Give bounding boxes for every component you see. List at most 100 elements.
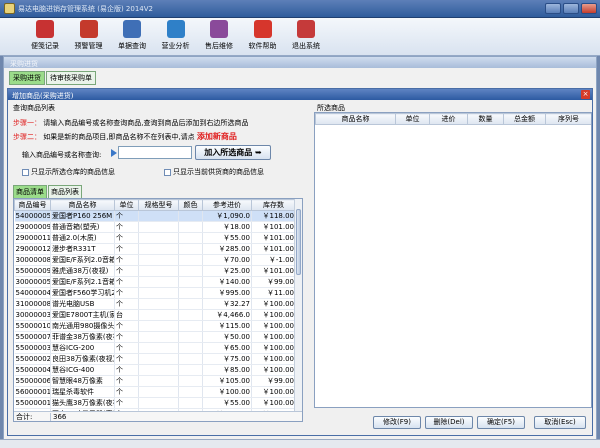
column-header[interactable]: 单位: [395, 113, 430, 125]
ok-button[interactable]: 确定(F5): [477, 416, 525, 429]
column-header[interactable]: 参考进价: [202, 199, 252, 211]
table-cell: ￥100.00: [251, 397, 296, 409]
toolbar-button-6[interactable]: 退出系统: [283, 20, 329, 51]
column-header[interactable]: 数量: [467, 113, 504, 125]
add-new-product-link[interactable]: 添加新商品: [197, 132, 237, 141]
app-logo-icon: [4, 3, 15, 14]
main-toolbar: 便笺记录 预警管理 单据查询 营业分析 售后维修 软件帮助 退出系统: [0, 18, 600, 56]
close-button[interactable]: [581, 3, 597, 14]
toolbar-label: 预警管理: [74, 42, 103, 50]
table-row[interactable]: 55000009 雅虎通38万(夜视) 个 ￥25.00 ￥101.00: [14, 265, 296, 277]
table-cell: 菲谱金38万像素(夜视): [50, 331, 115, 343]
table-row[interactable]: 55000001猫头鹰38万像素(夜视)个 ￥55.00￥100.00: [14, 397, 296, 409]
table-cell: 猫头鹰38万像素(夜视): [50, 397, 115, 409]
table-row[interactable]: 55000004 慧谷ICG-400 个 ￥85.00 ￥100.00: [14, 364, 296, 376]
product-grid-scrollbar[interactable]: [294, 199, 302, 411]
toolbar-button-2[interactable]: 单据查询: [109, 20, 155, 51]
table-row[interactable]: 55000003 慧谷ICG-200 个 ￥65.00 ￥100.00: [14, 342, 296, 354]
table-cell: 个: [114, 320, 139, 332]
table-row[interactable]: 56000001 瑞星杀毒软件个 ￥100.00 ￥100.00: [14, 386, 296, 398]
table-cell: 54000005: [14, 210, 51, 222]
maximize-button[interactable]: [563, 3, 579, 14]
column-header[interactable]: 规格型号: [138, 199, 179, 211]
table-cell: [138, 221, 179, 233]
scrollbar-thumb[interactable]: [296, 209, 301, 275]
table-cell: [138, 298, 179, 310]
tab-purchase[interactable]: 采购进货: [9, 71, 45, 85]
column-header[interactable]: 总金额: [503, 113, 546, 125]
tab-pending-orders[interactable]: 待审核采购单: [46, 71, 96, 85]
check-warehouse-label: 只显示所选仓库的商品信息: [31, 168, 115, 176]
check-warehouse-only[interactable]: 只显示所选仓库的商品信息: [22, 167, 115, 177]
toolbar-button-1[interactable]: 预警管理: [66, 20, 112, 51]
table-row[interactable]: 29000009 普通音箱(塑壳) 个 ￥18.00 ￥101.00: [14, 221, 296, 233]
table-cell: 个: [114, 298, 139, 310]
table-row[interactable]: 54000004爱国者F560学习机256M个 ￥995.00￥11.00: [14, 287, 296, 299]
table-cell: ￥101.00: [251, 232, 296, 244]
dialog-close-icon[interactable]: ×: [581, 90, 590, 99]
table-cell: ￥18.00: [202, 221, 252, 233]
table-row[interactable]: 55000007菲谱金38万像素(夜视)个 ￥50.00￥100.00: [14, 331, 296, 343]
table-cell: ￥1,090.0: [202, 210, 252, 222]
delete-button[interactable]: 删除(Del): [425, 416, 473, 429]
toolbar-button-3[interactable]: 营业分析: [153, 20, 199, 51]
toolbar-button-0[interactable]: 便笺记录: [22, 20, 68, 51]
column-header[interactable]: 序列号: [545, 113, 591, 125]
tab-product-catalog[interactable]: 商品列表: [48, 185, 82, 199]
table-cell: [138, 364, 179, 376]
check-supplier-only[interactable]: 只显示当前供货商的商品信息: [164, 167, 264, 177]
cancel-button[interactable]: 取消(Esc): [534, 416, 586, 429]
table-cell: 30000003: [14, 309, 51, 321]
table-cell: ￥11.00: [251, 287, 296, 299]
column-header[interactable]: 颜色: [178, 199, 203, 211]
table-cell: [178, 243, 203, 255]
table-cell: [138, 375, 179, 387]
table-row[interactable]: 55000002 良田38万像素(夜视) 个 ￥75.00 ￥100.00: [14, 353, 296, 365]
toolbar-button-5[interactable]: 软件帮助: [240, 20, 286, 51]
table-cell: ￥55.00: [202, 397, 252, 409]
step2-label: 步骤二：: [13, 133, 41, 141]
table-cell: [138, 232, 179, 244]
table-cell: ￥105.00: [202, 375, 252, 387]
add-selected-button[interactable]: 加入所选商品 ➥: [195, 145, 271, 160]
table-cell: [138, 397, 179, 409]
column-header[interactable]: 商品名称: [315, 113, 396, 125]
product-tabs: 商品清单 商品列表: [13, 185, 82, 199]
edit-button[interactable]: 修改(F9): [373, 416, 421, 429]
minimize-button[interactable]: [545, 3, 561, 14]
table-cell: 30000008: [14, 254, 51, 266]
chart-icon: [166, 20, 185, 38]
notepad-icon: [36, 20, 54, 38]
table-row[interactable]: 55000006 智慧眼48万像素个 ￥105.00 ￥99.00: [14, 375, 296, 387]
checkbox[interactable]: [22, 168, 29, 176]
table-row[interactable]: 30000005 爱国E/F系列2.1音箱个 ￥140.00 ￥99.00: [14, 276, 296, 288]
column-header[interactable]: 单位: [114, 199, 139, 211]
column-header[interactable]: 商品编号: [14, 199, 51, 211]
table-cell: 普通音箱(塑壳): [50, 221, 115, 233]
table-row[interactable]: 30000008 爱国E/F系列2.0音箱个 ￥70.00 ￥-1.00: [14, 254, 296, 266]
table-cell: 29000011: [14, 232, 51, 244]
table-cell: 29000009: [14, 221, 51, 233]
toolbar-label: 单据查询: [118, 42, 146, 50]
product-search-input[interactable]: [118, 146, 192, 159]
child-window-title: 采购进货: [4, 57, 596, 68]
table-cell: ￥99.00: [251, 375, 296, 387]
table-row[interactable]: 54000005 爱国者P160 256M 个 ￥1,090.0 ￥118.00: [14, 210, 296, 222]
table-row[interactable]: 29000011 普通2.0(木质) 个 ￥55.00 ￥101.00: [14, 232, 296, 244]
column-header[interactable]: 商品名称: [50, 199, 115, 211]
table-cell: 个: [114, 232, 139, 244]
column-header[interactable]: 库存数: [251, 199, 296, 211]
dialog-title: 增加商品(采购进货): [8, 89, 592, 100]
table-cell: 个: [114, 342, 139, 354]
tab-product-list[interactable]: 商品清单: [13, 185, 47, 199]
table-row[interactable]: 30000003爱国E7800T主机(家用)台 ￥4,466.0￥100.00: [14, 309, 296, 321]
table-row[interactable]: 31000008 谱光电脑USB 个 ￥32.27 ￥100.00: [14, 298, 296, 310]
toolbar-button-4[interactable]: 售后维修: [196, 20, 242, 51]
table-row[interactable]: 55000010 南光通用980摄像头个 ￥115.00 ￥100.00: [14, 320, 296, 332]
checkbox[interactable]: [164, 168, 171, 176]
column-header[interactable]: 进价: [429, 113, 468, 125]
table-row[interactable]: 29000012 漫步者R331T 个 ￥285.00 ￥101.00: [14, 243, 296, 255]
table-cell: [138, 309, 179, 321]
table-cell: 智慧眼48万像素: [50, 375, 115, 387]
table-cell: 爱国者P160 256M: [50, 210, 115, 222]
